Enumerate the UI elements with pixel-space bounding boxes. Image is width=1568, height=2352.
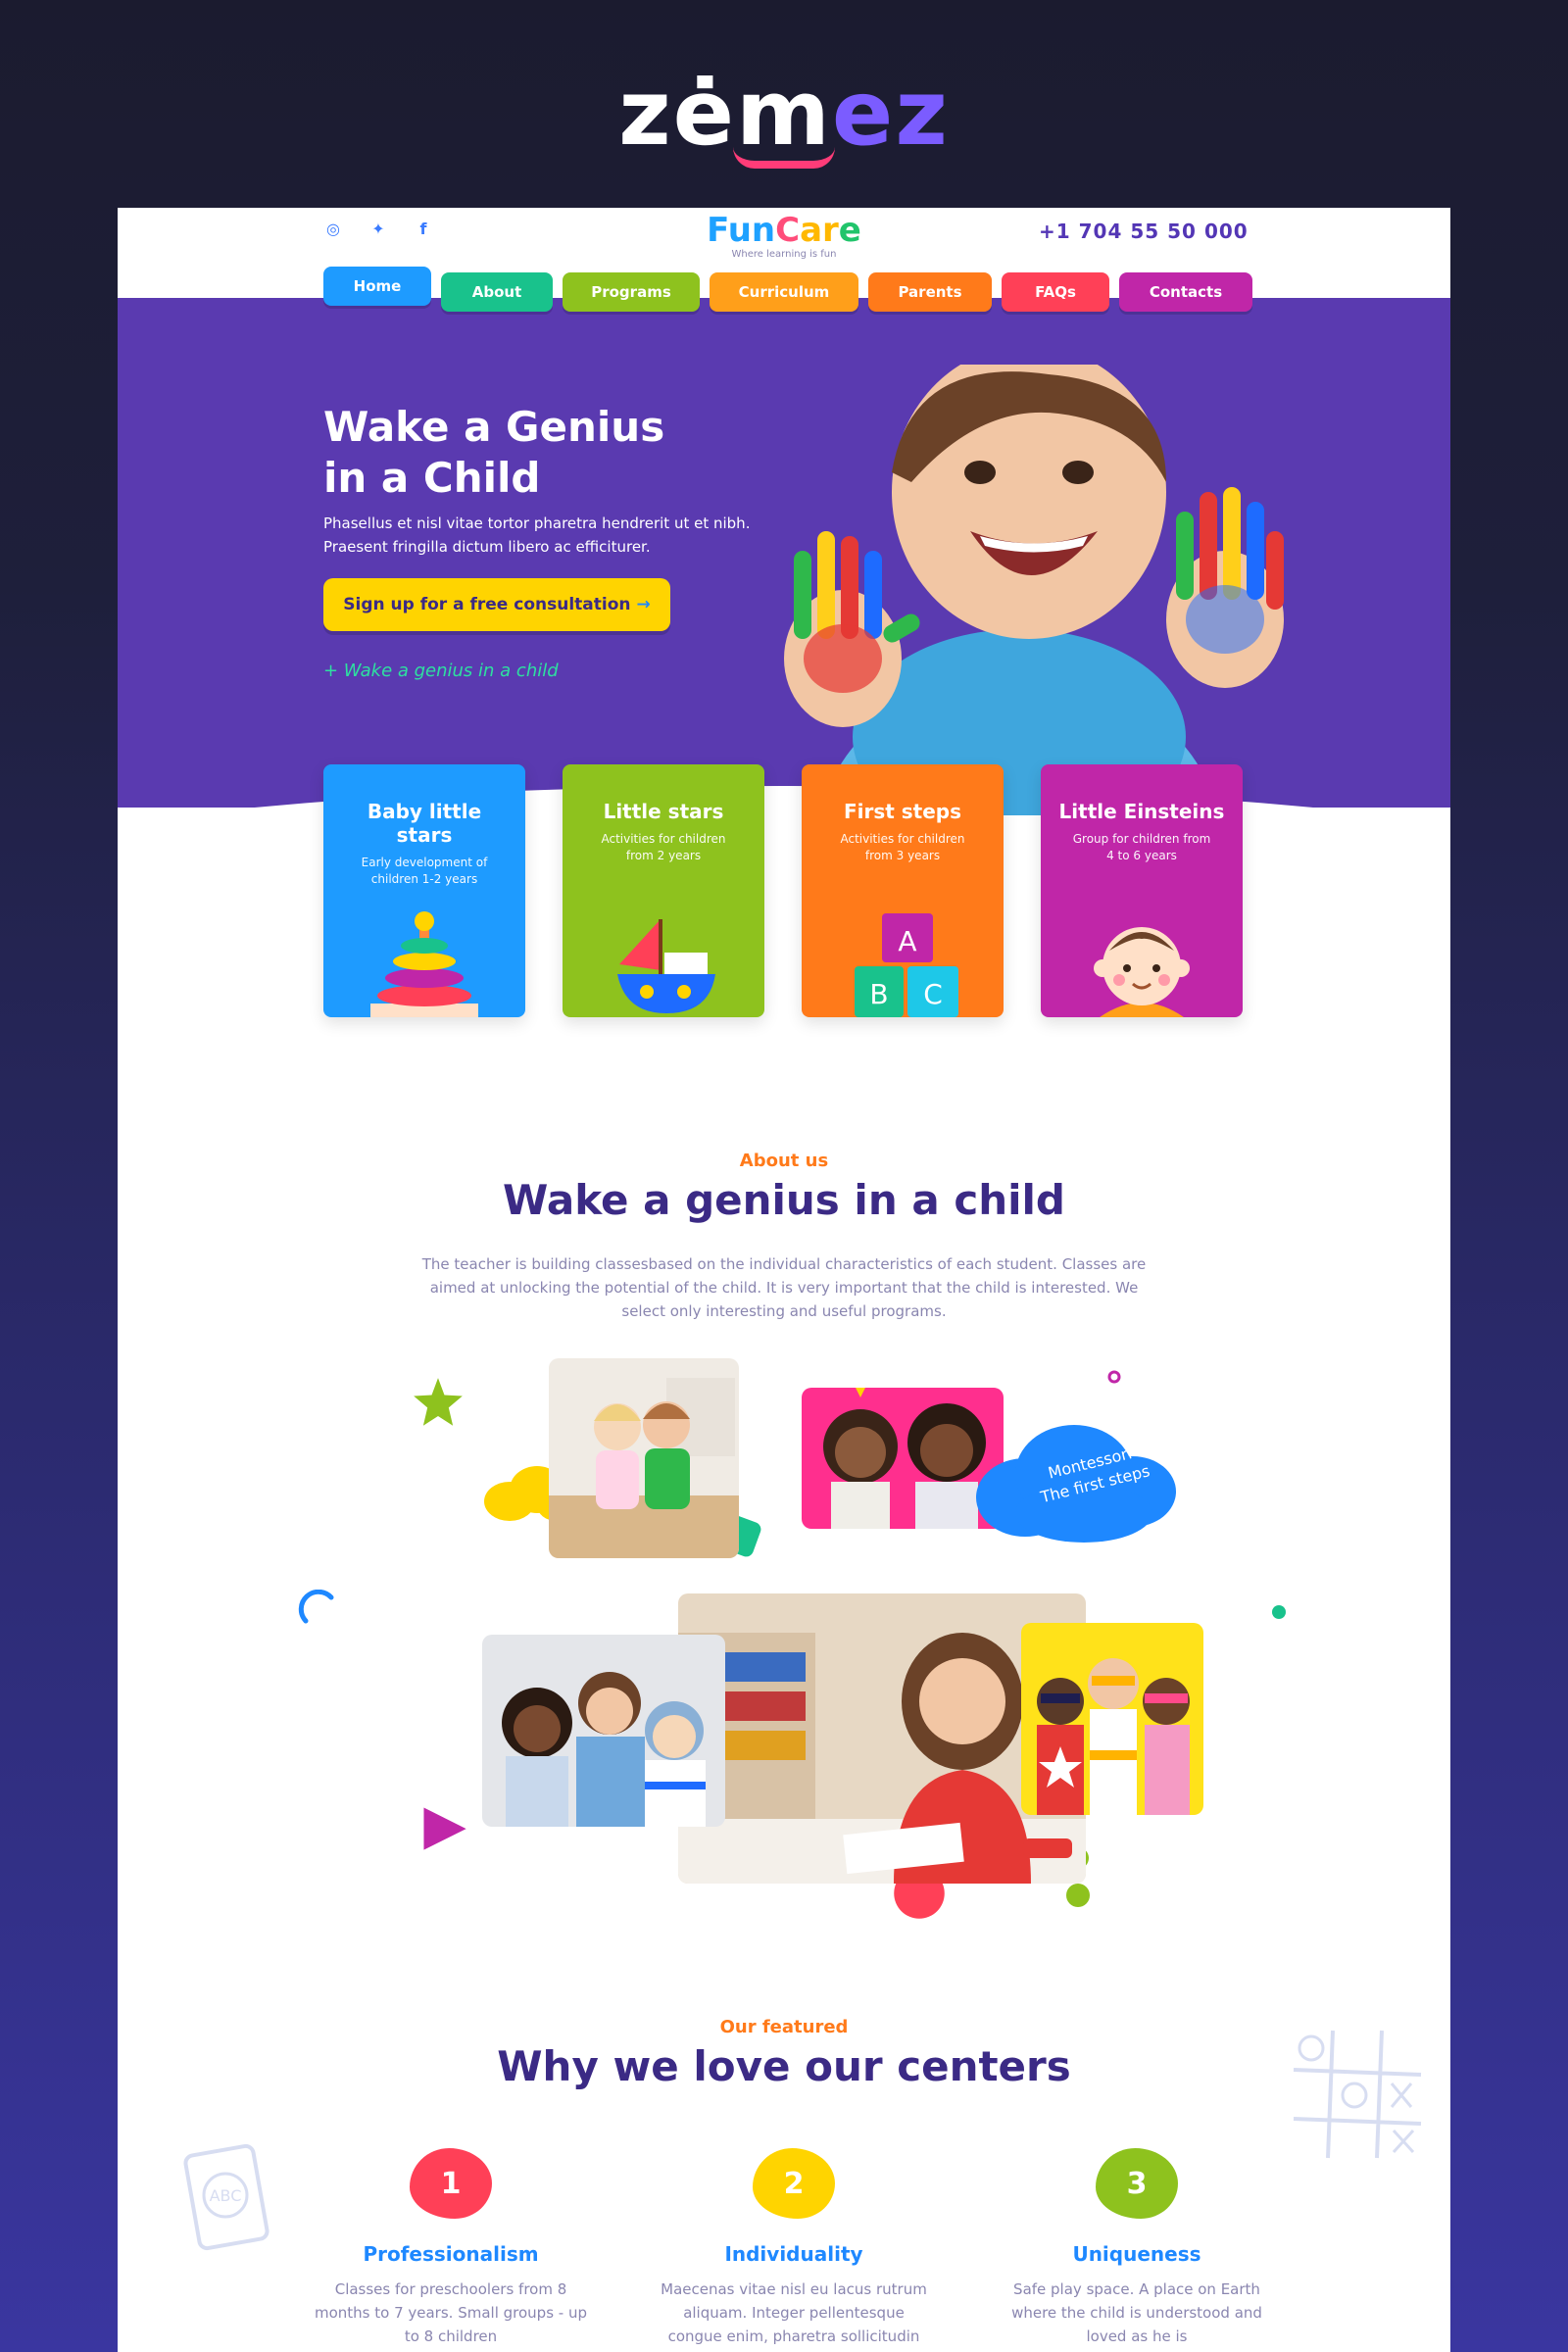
number-badge: 1 [410,2148,492,2219]
nav-faqs[interactable]: FAQs [1002,272,1109,312]
hero-text: Phasellus et nisl vitae tortor pharetra … [323,514,751,556]
card-title: First steps [843,800,962,823]
card-baby-little-stars[interactable]: Baby little stars Early development of c… [323,764,525,1017]
hero-title-line-2: in a Child [323,454,541,502]
feature-text: Classes for preschoolers from 8 months t… [314,2280,587,2345]
feature-text: Maecenas vitae nisl eu lacus rutrum aliq… [661,2280,927,2352]
nav-programs[interactable]: Programs [563,272,700,312]
feature-title: Uniqueness [1072,2242,1201,2266]
card-little-stars[interactable]: Little stars Activities for children fro… [563,764,764,1017]
arc-decoration-icon [298,1590,334,1624]
card-title: Baby little stars [367,800,482,847]
feature-individuality: 2 Individuality Maecenas vitae nisl eu l… [657,2148,931,2352]
nav-home[interactable]: Home [323,267,431,306]
card-desc: Group for children from 4 to 6 years [1072,832,1211,862]
nav-contacts[interactable]: Contacts [1119,272,1252,312]
phone-number[interactable]: +1 704 55 50 000 [1039,220,1249,243]
twitter-icon[interactable]: ✦ [368,220,388,239]
photo-children-sitting [549,1358,739,1558]
photo-kids-glasses [482,1635,725,1827]
facebook-icon[interactable]: f [414,220,433,239]
logo-part-4: e [838,211,861,250]
card-title: Little Einsteins [1058,800,1225,823]
brand-logo-accent: ez [831,61,950,166]
abc-book-icon: ABC [183,2143,270,2251]
featured-title: Why we love our centers [497,2042,1071,2090]
card-first-steps[interactable]: First steps Activities for children from… [802,764,1004,1017]
svg-text:B: B [869,978,888,1010]
card-little-einsteins[interactable]: Little Einsteins Group for children from… [1041,764,1243,1017]
feature-title: Professionalism [363,2242,539,2266]
card-desc: Activities for children from 2 years [601,832,726,862]
features-list: 1 Professionalism Classes for preschoole… [314,2148,1274,2352]
feature-text: Safe play space. A place on Earth where … [1011,2280,1262,2345]
toy-boat-icon [617,919,715,1013]
svg-text:ABC: ABC [210,2186,242,2205]
triangle-decoration-icon [423,1807,466,1850]
abc-blocks-icon: A B C [855,913,958,1017]
nav-parents[interactable]: Parents [868,272,992,312]
arrow-right-icon: → [636,595,651,614]
photo-superhero-kids [1021,1623,1203,1815]
dot-decoration-icon [1272,1605,1286,1619]
main-nav: Home About Programs Curriculum Parents F… [323,267,1252,312]
ring-decoration-icon [1107,1370,1121,1384]
logo-part-3: ar [800,211,839,250]
nav-about[interactable]: About [441,272,553,312]
hero-title-line-1: Wake a Genius [323,403,665,451]
website-page: ◎ ✦ f FunCare Where learning is fun +1 7… [118,208,1450,2352]
site-logo[interactable]: FunCare Where learning is fun [696,208,872,260]
social-links: ◎ ✦ f [323,220,433,239]
hero-tagline: + Wake a genius in a child [323,661,559,681]
instagram-icon[interactable]: ◎ [323,220,343,239]
card-desc: Early development of children 1-2 years [361,856,488,886]
logo-part-1: Fun [707,211,776,250]
about-text: The teacher is building classesbased on … [421,1255,1147,1320]
hero-title: Wake a Genius in a Child [323,402,735,504]
svg-text:A: A [898,925,916,957]
number-badge: 2 [753,2148,835,2219]
svg-text:C: C [923,978,943,1010]
about-title: Wake a genius in a child [503,1176,1065,1224]
number-badge: 3 [1096,2148,1178,2219]
toy-pyramid-icon [370,911,478,1017]
feature-uniqueness: 3 Uniqueness Safe play space. A place on… [1000,2148,1274,2352]
tic-tac-toe-icon [1293,2030,1422,2159]
brand-bar: zėmez [0,0,1568,208]
consultation-button-label: Sign up for a free consultation [343,595,631,614]
brand-smile-icon [733,147,835,169]
about-eyebrow: About us [739,1151,829,1171]
site-logo-text: FunCare [696,208,872,253]
nav-curriculum[interactable]: Curriculum [710,272,858,312]
consultation-button[interactable]: Sign up for a free consultation → [323,578,670,631]
hero-child-photo [784,365,1284,815]
feature-title: Individuality [724,2242,863,2266]
logo-part-2: C [775,211,801,250]
featured-eyebrow: Our featured [719,2017,849,2037]
card-title: Little stars [603,800,724,823]
star-decoration-icon [414,1378,463,1426]
feature-professionalism: 1 Professionalism Classes for preschoole… [314,2148,588,2352]
program-cards: Baby little stars Early development of c… [323,764,1243,1017]
card-desc: Activities for children from 3 years [840,832,965,862]
baby-face-icon [1094,927,1190,1017]
